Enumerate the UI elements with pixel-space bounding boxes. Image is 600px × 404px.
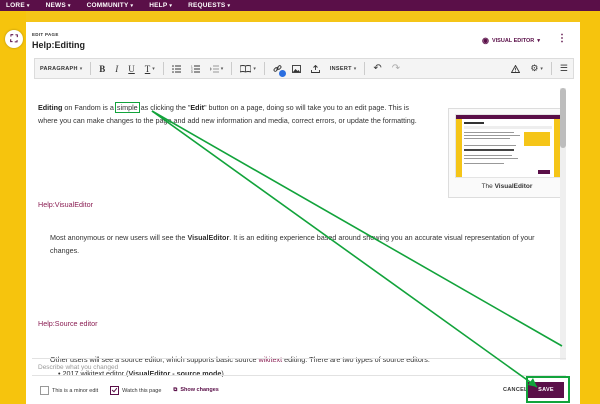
nav-help-label: HELP: [149, 2, 168, 9]
image-icon[interactable]: [287, 59, 306, 78]
gear-icon: ⚙: [530, 63, 539, 73]
show-changes-label: Show changes: [180, 387, 219, 393]
numbered-list-icon[interactable]: 123: [186, 59, 205, 78]
intro-text: as clicking the ": [138, 103, 191, 112]
scrollbar-thumb[interactable]: [560, 88, 566, 148]
checkbox-icon: [40, 385, 49, 395]
editor-switch-label: VISUAL EDITOR: [491, 37, 535, 44]
text-style-label: T: [144, 63, 151, 74]
toolbar-divider: [231, 62, 233, 75]
text-style-dropdown[interactable]: T ▾: [140, 59, 160, 78]
bold-button[interactable]: B: [94, 59, 110, 78]
editing-term: Editing: [38, 103, 63, 112]
italic-button[interactable]: I: [110, 59, 123, 78]
edit-term: Edit: [190, 103, 204, 112]
intro-paragraph: Editing on Fandom is a simple as clickin…: [38, 102, 418, 127]
minor-edit-checkbox[interactable]: This is a minor edit: [40, 385, 99, 395]
chevron-down-icon: ▾: [67, 2, 71, 9]
caption-strong: VisualEditor: [494, 183, 533, 190]
cancel-button[interactable]: CANCEL: [503, 387, 528, 393]
link-indicator-dot: [279, 70, 286, 77]
toolbar-divider: [364, 62, 366, 75]
indent-dropdown[interactable]: ▾: [205, 59, 229, 78]
fullscreen-icon[interactable]: ⛶: [5, 30, 23, 48]
intro-text: on Fandom is a: [62, 103, 116, 112]
toolbar-divider: [162, 62, 164, 75]
compare-icon: ⧉: [173, 386, 178, 393]
toolbar-divider: [263, 62, 265, 75]
chevron-down-icon: ▾: [152, 65, 155, 72]
watch-page-label: Watch this page: [122, 387, 162, 394]
caption-text: The: [481, 183, 495, 190]
visual-editor-screenshot: [455, 114, 561, 178]
highlighted-word: simple: [114, 102, 140, 113]
content-scrollbar[interactable]: [560, 88, 566, 360]
minor-edit-label: This is a minor edit: [52, 387, 99, 394]
link-help-visualeditor[interactable]: Help:VisualEditor: [38, 199, 93, 212]
edit-page-label: EDIT PAGE: [32, 32, 59, 37]
chevron-down-icon: ▾: [79, 65, 83, 72]
save-footer: This is a minor edit Watch this page ⧉ Sh…: [32, 382, 566, 398]
chevron-down-icon: ▾: [227, 2, 231, 9]
editor-toolbar: PARAGRAPH ▾ B I U T ▾ 123 ▾ ▾ INSERT ▾ ↶…: [34, 58, 574, 79]
toolbar-divider: [550, 62, 552, 75]
show-changes-button[interactable]: ⧉ Show changes: [173, 387, 218, 394]
nav-news[interactable]: NEWS ▾: [46, 2, 71, 9]
chevron-down-icon: ▾: [26, 2, 30, 9]
redo-icon[interactable]: ↷: [387, 59, 405, 78]
chevron-down-icon: ▾: [253, 65, 256, 72]
chevron-down-icon: ▾: [130, 2, 134, 9]
paragraph-label: PARAGRAPH: [40, 65, 78, 72]
para-text: Most anonymous or new users will see the: [50, 233, 188, 242]
save-highlight-box: [526, 376, 570, 403]
nav-requests-label: REQUESTS: [188, 2, 226, 9]
visualeditor-paragraph: Most anonymous or new users will see the…: [38, 232, 550, 257]
nav-community-label: COMMUNITY: [86, 2, 129, 9]
insert-label: INSERT: [329, 65, 352, 72]
editor-switch[interactable]: ◉ VISUAL EDITOR ▾: [482, 36, 540, 45]
checkbox-checked-icon: [110, 385, 120, 395]
cite-dropdown[interactable]: ▾: [235, 59, 261, 78]
thumbnail-caption: The VisualEditor: [449, 181, 565, 194]
nav-news-label: NEWS: [45, 2, 66, 9]
thumbnail-figure[interactable]: The VisualEditor: [448, 108, 566, 198]
underline-button[interactable]: U: [123, 59, 140, 78]
nav-lore-label: LORE: [6, 2, 25, 9]
watch-page-checkbox[interactable]: Watch this page: [110, 385, 162, 395]
warning-icon[interactable]: [506, 59, 525, 78]
left-background: [0, 11, 26, 404]
right-background: [580, 11, 600, 404]
edit-summary-input[interactable]: Describe what you changed: [32, 358, 566, 376]
visualeditor-term: VisualEditor: [187, 233, 230, 242]
paragraph-format-dropdown[interactable]: PARAGRAPH ▾: [35, 59, 87, 78]
link-help-source-editor[interactable]: Help:Source editor: [38, 318, 98, 331]
toolbar-divider: [90, 62, 92, 75]
eye-icon: ◉: [482, 36, 489, 45]
svg-text:3: 3: [191, 70, 193, 73]
upload-icon[interactable]: [306, 59, 325, 78]
nav-requests[interactable]: REQUESTS ▾: [188, 2, 230, 9]
chevron-down-icon: ▾: [220, 65, 224, 72]
bullet-list-icon[interactable]: [167, 59, 186, 78]
more-options-icon[interactable]: ⋮: [557, 34, 567, 44]
chevron-down-icon: ▾: [537, 37, 541, 44]
chevron-down-icon: ▾: [353, 65, 357, 72]
nav-help[interactable]: HELP ▾: [149, 2, 172, 9]
menu-icon[interactable]: ☰: [555, 59, 573, 78]
edit-summary-placeholder: Describe what you changed: [38, 363, 119, 371]
settings-dropdown[interactable]: ⚙ ▾: [525, 59, 548, 78]
nav-community[interactable]: COMMUNITY ▾: [87, 2, 134, 9]
chevron-down-icon: ▾: [540, 65, 543, 72]
page-title: Help:Editing: [32, 40, 85, 50]
chevron-down-icon: ▾: [169, 2, 173, 9]
editor-panel: EDIT PAGE Help:Editing ◉ VISUAL EDITOR ▾…: [26, 22, 580, 404]
nav-lore[interactable]: LORE ▾: [6, 2, 30, 9]
insert-dropdown[interactable]: INSERT ▾: [325, 59, 361, 78]
undo-icon[interactable]: ↶: [368, 59, 386, 78]
top-nav: LORE ▾ NEWS ▾ COMMUNITY ▾ HELP ▾ REQUESTS ▾: [0, 0, 600, 11]
